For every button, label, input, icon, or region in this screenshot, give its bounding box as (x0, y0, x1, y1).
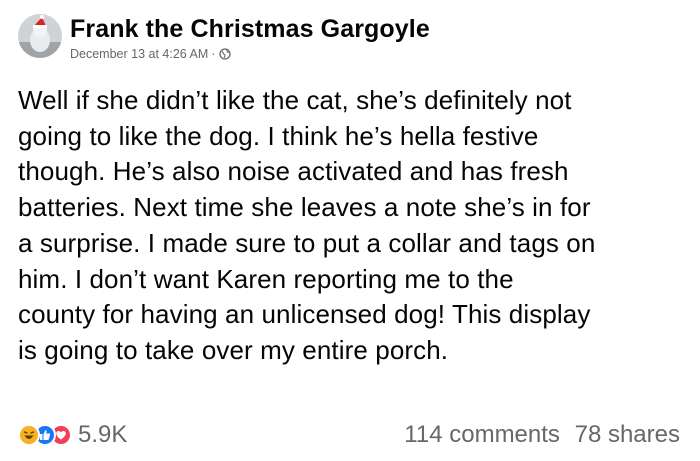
post-footer: 5.9K 114 comments 78 shares (18, 418, 680, 452)
facebook-post: Frank the Christmas Gargoyle December 13… (0, 0, 700, 461)
separator-dot: · (211, 47, 216, 61)
post-stats: 114 comments 78 shares (404, 420, 680, 450)
comments-count[interactable]: 114 comments (404, 421, 560, 448)
post-timestamp[interactable]: December 13 at 4:26 AM (70, 46, 208, 62)
author-name[interactable]: Frank the Christmas Gargoyle (70, 14, 430, 44)
reactions-summary[interactable]: 5.9K (18, 420, 127, 450)
reaction-count[interactable]: 5.9K (78, 420, 127, 450)
reaction-icons (18, 424, 72, 446)
post-header: Frank the Christmas Gargoyle December 13… (18, 12, 430, 68)
avatar[interactable] (18, 14, 62, 58)
post-subline: December 13 at 4:26 AM · (70, 46, 430, 62)
post-meta: Frank the Christmas Gargoyle December 13… (70, 14, 430, 62)
post-body-text: Well if she didn’t like the cat, she’s d… (18, 85, 596, 365)
haha-icon (18, 424, 40, 446)
shares-count[interactable]: 78 shares (575, 421, 680, 448)
globe-icon (219, 48, 232, 60)
